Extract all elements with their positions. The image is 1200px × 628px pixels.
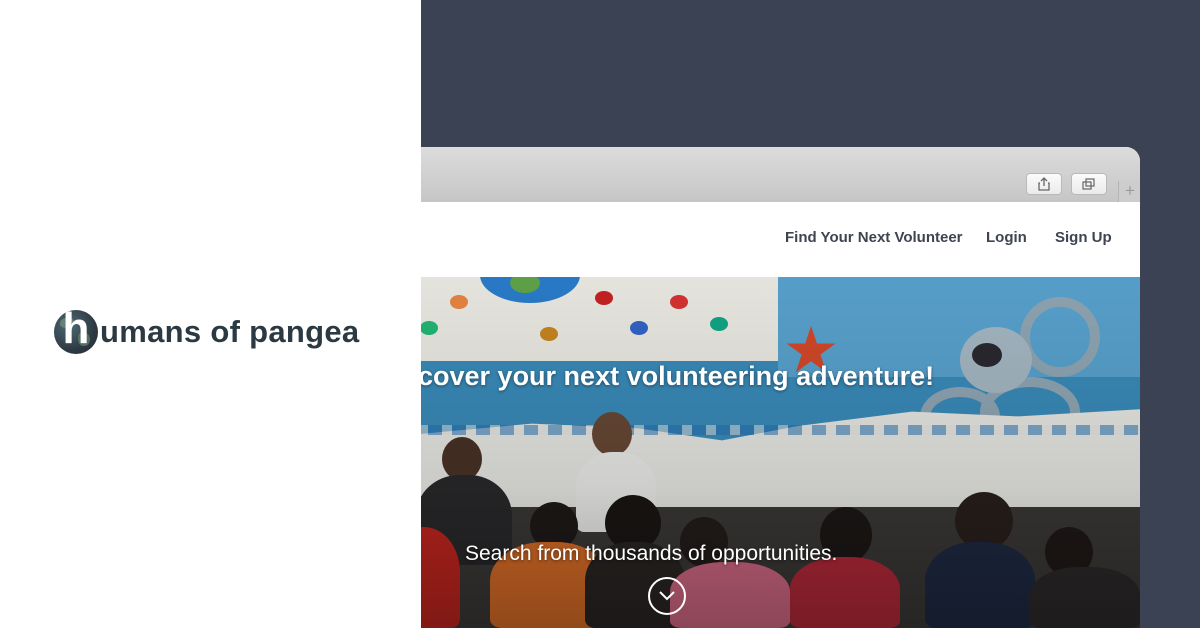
logo-letter: h	[62, 310, 90, 353]
share-icon	[1038, 177, 1050, 191]
scroll-down-button[interactable]	[648, 577, 686, 615]
browser-toolbar: +	[380, 147, 1140, 203]
site-navbar: Find Your Next Volunteer Login Sign Up	[380, 202, 1140, 277]
browser-window: + Find Your Next Volunteer Login Sign Up…	[380, 147, 1140, 628]
hero-section: ★	[380, 277, 1140, 628]
share-button[interactable]	[1026, 173, 1062, 195]
nav-sign-up[interactable]: Sign Up	[1055, 229, 1112, 246]
brand-panel: h umans of pangea	[0, 0, 421, 628]
logo[interactable]: h umans of pangea	[54, 310, 359, 354]
globe-logo-icon: h	[54, 310, 98, 354]
nav-find-volunteer[interactable]: Find Your Next Volunteer	[785, 229, 963, 246]
chevron-down-icon	[659, 591, 675, 601]
hero-title: cover your next volunteering adventure!	[418, 361, 935, 391]
tabs-overview-icon	[1082, 178, 1095, 190]
nav-login[interactable]: Login	[986, 229, 1027, 246]
hero-subtitle: Search from thousands of opportunities.	[465, 542, 838, 565]
tabs-overview-button[interactable]	[1071, 173, 1107, 195]
logo-wordmark: umans of pangea	[100, 314, 360, 349]
new-tab-button[interactable]: +	[1118, 181, 1140, 202]
